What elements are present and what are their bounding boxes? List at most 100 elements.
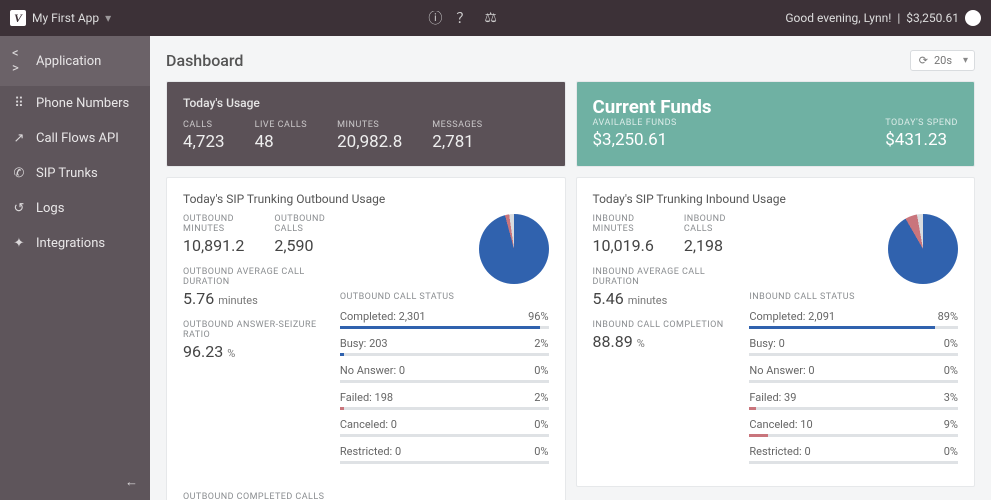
metric-label: MESSAGES bbox=[432, 120, 482, 130]
sidebar-item-application[interactable]: < > Application bbox=[0, 36, 150, 86]
refresh-icon: ⟳ bbox=[919, 54, 928, 67]
status-label: No Answer: 0 bbox=[340, 364, 405, 377]
topbar: V My First App ▾ ⓘ ？ ⚖ Good evening, Lyn… bbox=[0, 0, 991, 36]
metric-value: 2,590 bbox=[274, 236, 325, 255]
nav-icon: < > bbox=[12, 46, 26, 76]
help-icon[interactable]: ？ bbox=[456, 8, 470, 28]
status-pct: 0% bbox=[944, 445, 958, 458]
status-label: Completed: 2,091 bbox=[749, 310, 835, 323]
metric-value: 5.46minutes bbox=[593, 289, 732, 308]
status-row: Failed: 39 3% bbox=[749, 391, 958, 410]
metric-label: INBOUND CALLS bbox=[684, 214, 732, 234]
status-label: Restricted: 0 bbox=[340, 445, 401, 458]
status-label: Busy: 0 bbox=[749, 337, 784, 350]
status-label: No Answer: 0 bbox=[749, 364, 814, 377]
status-pct: 0% bbox=[534, 445, 548, 458]
status-row: Completed: 2,301 96% bbox=[340, 310, 549, 329]
status-pct: 89% bbox=[938, 310, 958, 323]
metric-value: $431.23 bbox=[885, 130, 958, 150]
status-pct: 0% bbox=[944, 364, 958, 377]
completed-heading: OUTBOUND COMPLETED CALLS bbox=[183, 492, 549, 500]
card-title: Today's SIP Trunking Inbound Usage bbox=[593, 192, 959, 206]
status-label: Failed: 39 bbox=[749, 391, 796, 404]
status-heading: INBOUND CALL STATUS bbox=[749, 292, 958, 302]
metric-label: AVAILABLE FUNDS bbox=[593, 118, 677, 128]
status-label: Canceled: 0 bbox=[340, 418, 397, 431]
status-pct: 0% bbox=[944, 337, 958, 350]
card-title: Today's SIP Trunking Outbound Usage bbox=[183, 192, 549, 206]
app-switcher[interactable]: V My First App ▾ bbox=[0, 10, 150, 26]
balance: $3,250.61 bbox=[906, 11, 959, 25]
sidebar-item-logs[interactable]: ↺Logs bbox=[0, 191, 150, 226]
chevron-down-icon: ▾ bbox=[105, 11, 111, 25]
metric-value: 5.76minutes bbox=[183, 289, 322, 308]
gavel-icon[interactable]: ⚖ bbox=[484, 10, 497, 26]
metric-value: $3,250.61 bbox=[593, 130, 677, 150]
metric-label: OUTBOUND CALLS bbox=[274, 214, 325, 234]
refresh-interval-select[interactable]: ⟳ 20s bbox=[910, 50, 975, 71]
metric-label: INBOUND AVERAGE CALL DURATION bbox=[593, 267, 732, 287]
sidebar-item-label: SIP Trunks bbox=[36, 166, 98, 181]
status-label: Completed: 2,301 bbox=[340, 310, 426, 323]
avatar-icon[interactable] bbox=[965, 10, 981, 26]
status-pct: 2% bbox=[534, 337, 548, 350]
card-title: Current Funds bbox=[593, 96, 959, 118]
outbound-pie-chart bbox=[479, 214, 549, 284]
sidebar-item-sip-trunks[interactable]: ✆ SIP Trunks bbox=[0, 156, 150, 191]
sidebar-item-label: Integrations bbox=[36, 236, 105, 251]
sidebar: < > Application ⠿ Phone Numbers ↗ Call Flows … bbox=[0, 36, 150, 500]
sidebar-item-phone-numbers[interactable]: ⠿ Phone Numbers bbox=[0, 86, 150, 121]
metric-label: OUTBOUND MINUTES bbox=[183, 214, 244, 234]
status-pct: 96% bbox=[528, 310, 548, 323]
info-icon[interactable]: ⓘ bbox=[428, 8, 442, 28]
status-label: Restricted: 0 bbox=[749, 445, 810, 458]
metric-value: 48 bbox=[255, 132, 308, 152]
status-heading: OUTBOUND CALL STATUS bbox=[340, 292, 549, 302]
metric-label: OUTBOUND ANSWER-SEIZURE RATIO bbox=[183, 320, 322, 340]
status-label: Busy: 203 bbox=[340, 337, 388, 350]
metric-value: 10,891.2 bbox=[183, 236, 244, 255]
metric-value: 20,982.8 bbox=[337, 132, 402, 152]
outbound-card: Today's SIP Trunking Outbound Usage OUTB… bbox=[166, 177, 566, 500]
metric-value: 2,781 bbox=[432, 132, 482, 152]
metric-label: INBOUND MINUTES bbox=[593, 214, 654, 234]
refresh-value: 20s bbox=[934, 54, 952, 67]
main-content: Dashboard ⟳ 20s Today's Usage CALLS4,723… bbox=[150, 36, 991, 500]
sidebar-item-label: Application bbox=[36, 54, 101, 69]
nav-icon: ✆ bbox=[12, 166, 26, 181]
status-pct: 9% bbox=[944, 418, 958, 431]
status-row: No Answer: 0 0% bbox=[340, 364, 549, 383]
status-pct: 0% bbox=[534, 418, 548, 431]
collapse-sidebar-button[interactable]: ← bbox=[0, 464, 150, 500]
status-row: No Answer: 0 0% bbox=[749, 364, 958, 383]
status-row: Busy: 203 2% bbox=[340, 337, 549, 356]
arrow-left-icon: ← bbox=[125, 474, 138, 490]
status-pct: 3% bbox=[944, 391, 958, 404]
status-pct: 0% bbox=[534, 364, 548, 377]
inbound-card: Today's SIP Trunking Inbound Usage INBOU… bbox=[576, 177, 976, 487]
status-row: Failed: 198 2% bbox=[340, 391, 549, 410]
status-label: Failed: 198 bbox=[340, 391, 393, 404]
sidebar-item-integrations[interactable]: ✦Integrations bbox=[0, 226, 150, 261]
logo-icon: V bbox=[10, 10, 26, 26]
todays-usage-card: Today's Usage CALLS4,723LIVE CALLS48MINU… bbox=[166, 81, 566, 167]
app-name: My First App bbox=[32, 11, 99, 25]
metric-value: 10,019.6 bbox=[593, 236, 654, 255]
metric-value: 88.89% bbox=[593, 332, 732, 351]
status-row: Completed: 2,091 89% bbox=[749, 310, 958, 329]
metric-label: OUTBOUND AVERAGE CALL DURATION bbox=[183, 267, 322, 287]
sidebar-item-label: Phone Numbers bbox=[36, 96, 129, 111]
metric-label: MINUTES bbox=[337, 120, 402, 130]
sidebar-item-call-flows-api[interactable]: ↗ Call Flows API bbox=[0, 121, 150, 156]
metric-label: CALLS bbox=[183, 120, 225, 130]
status-pct: 2% bbox=[534, 391, 548, 404]
nav-icon: ⠿ bbox=[12, 96, 26, 111]
metric-value: 96.23% bbox=[183, 342, 322, 361]
sidebar-item-label: Call Flows API bbox=[36, 131, 119, 146]
page-title: Dashboard bbox=[166, 51, 243, 70]
metric-label: INBOUND CALL COMPLETION bbox=[593, 320, 732, 330]
status-label: Canceled: 10 bbox=[749, 418, 812, 431]
inbound-pie-chart bbox=[888, 214, 958, 284]
metric-value: 2,198 bbox=[684, 236, 732, 255]
nav-icon: ↗ bbox=[12, 131, 26, 146]
